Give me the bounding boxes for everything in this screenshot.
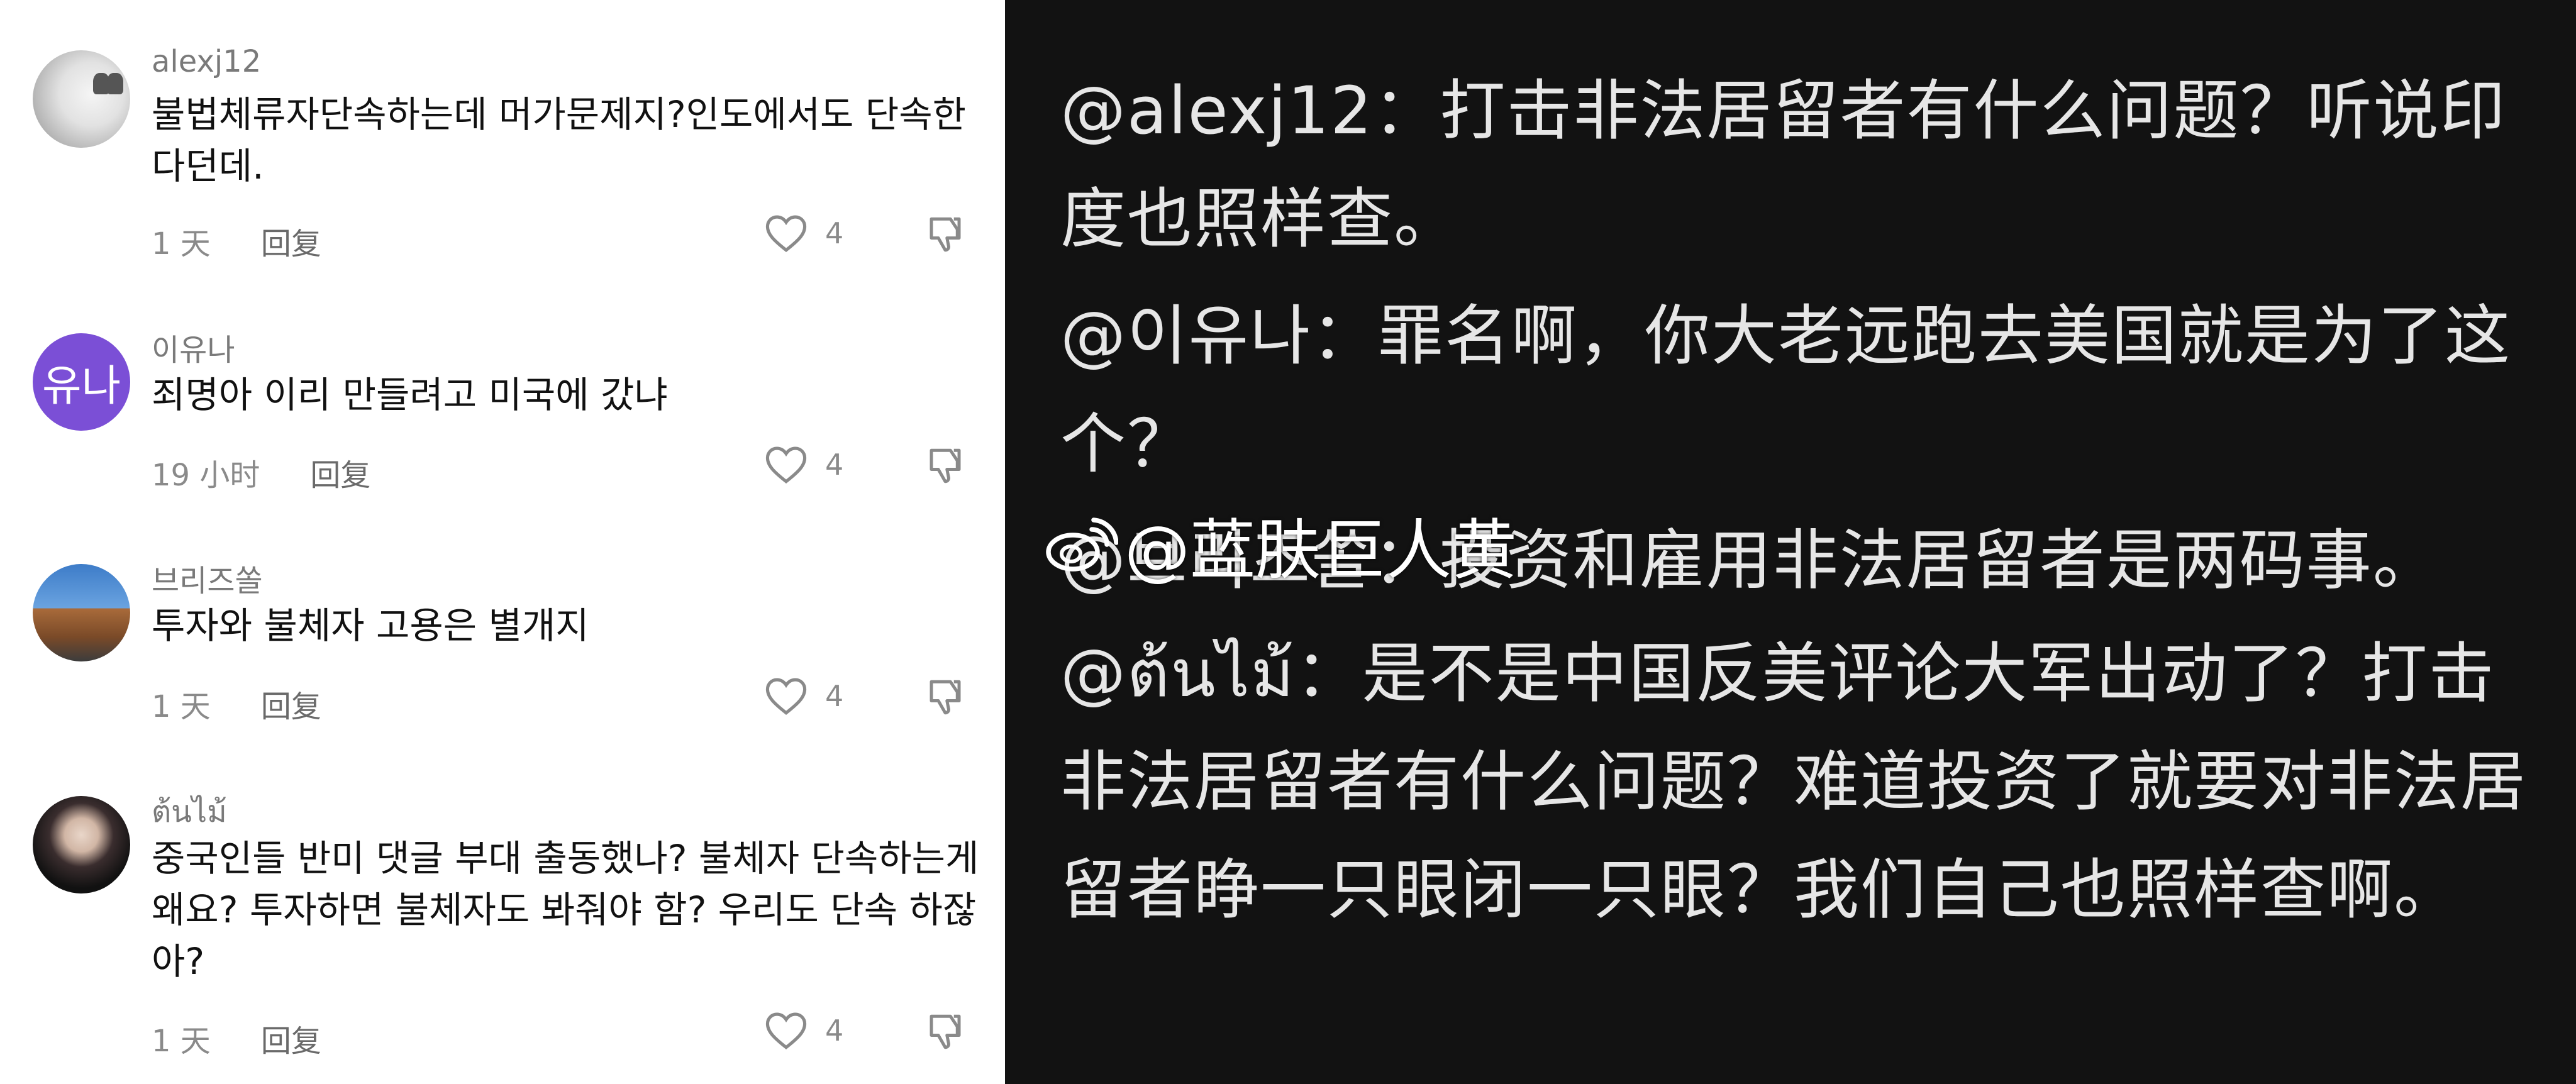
thumbs-down-icon: [924, 677, 966, 718]
reply-button[interactable]: 回复: [310, 450, 370, 494]
watermark: @蓝肤巨人黄: [1043, 497, 1517, 592]
comment-meta: 1 天 回复: [152, 219, 321, 263]
like-button[interactable]: 4: [765, 677, 843, 716]
cat-ear-shape: [107, 73, 123, 94]
comment-time: 1 天: [152, 689, 211, 724]
comment-meta: 1 天 回复: [152, 682, 321, 726]
comment-text: 불법체류자단속하는데 머가문제지?인도에서도 단속한다던데.: [152, 93, 966, 187]
thumbs-down-icon: [924, 214, 966, 255]
watermark-text: @蓝肤巨人黄: [1124, 512, 1518, 589]
like-button[interactable]: 4: [765, 214, 843, 253]
comment-meta: 1 天 回复: [152, 1016, 321, 1060]
comment-time: 19 小时: [152, 458, 260, 493]
dislike-button[interactable]: [924, 1011, 966, 1053]
reply-button[interactable]: 回复: [261, 1016, 321, 1060]
weibo-icon: [1043, 514, 1118, 575]
like-button[interactable]: 4: [765, 445, 843, 484]
comment-username[interactable]: 이유나: [152, 325, 235, 369]
like-count: 4: [825, 679, 844, 713]
translation-paragraph: @alexj12：打击非法居留者有什么问题？听说印度也照样查。: [1060, 72, 2507, 257]
translation-paragraph: @이유나：罪名啊，你大老远跑去美国就是为了这个？: [1060, 297, 2512, 482]
comment-username[interactable]: alexj12: [152, 44, 261, 79]
like-count: 4: [825, 216, 844, 250]
heart-icon: [765, 214, 808, 253]
comment-time: 1 天: [152, 226, 211, 262]
comment-username[interactable]: 브리즈쏠: [152, 556, 263, 600]
like-button[interactable]: 4: [765, 1011, 843, 1050]
avatar[interactable]: 유나: [33, 333, 130, 431]
comment-text: 중국인들 반미 댓글 부대 출동했나? 불체자 단속하는게 왜요? 투자하면 불…: [152, 837, 979, 983]
heart-icon: [765, 1011, 808, 1050]
like-count: 4: [825, 448, 844, 482]
like-count: 4: [825, 1014, 844, 1048]
comment-text: 죄명아 이리 만들려고 미국에 갔냐: [152, 373, 668, 416]
avatar-initials: 유나: [42, 362, 121, 411]
thumbs-down-icon: [924, 1011, 966, 1053]
translation-paragraph: @ต้นไม้：是不是中国反美评论大军出动了？打击非法居留者有什么问题？难道投资…: [1060, 635, 2528, 928]
comment-meta: 19 小时 回复: [152, 450, 370, 494]
heart-icon: [765, 445, 808, 484]
thumbs-down-icon: [924, 445, 966, 487]
reply-button[interactable]: 回复: [261, 219, 321, 263]
comment-time: 1 天: [152, 1024, 211, 1059]
comment-list-panel: alexj12 불법체류자단속하는데 머가문제지?인도에서도 단속한다던데. 1…: [0, 0, 1005, 1084]
comment-username[interactable]: ต้นไม้: [152, 788, 227, 836]
dislike-button[interactable]: [924, 677, 966, 718]
comment-text: 투자와 불체자 고용은 별개지: [152, 604, 589, 647]
dislike-button[interactable]: [924, 445, 966, 487]
dislike-button[interactable]: [924, 214, 966, 255]
heart-icon: [765, 677, 808, 716]
avatar[interactable]: [33, 796, 130, 893]
avatar[interactable]: [33, 564, 130, 661]
reply-button[interactable]: 回复: [261, 682, 321, 726]
avatar[interactable]: [33, 50, 130, 148]
